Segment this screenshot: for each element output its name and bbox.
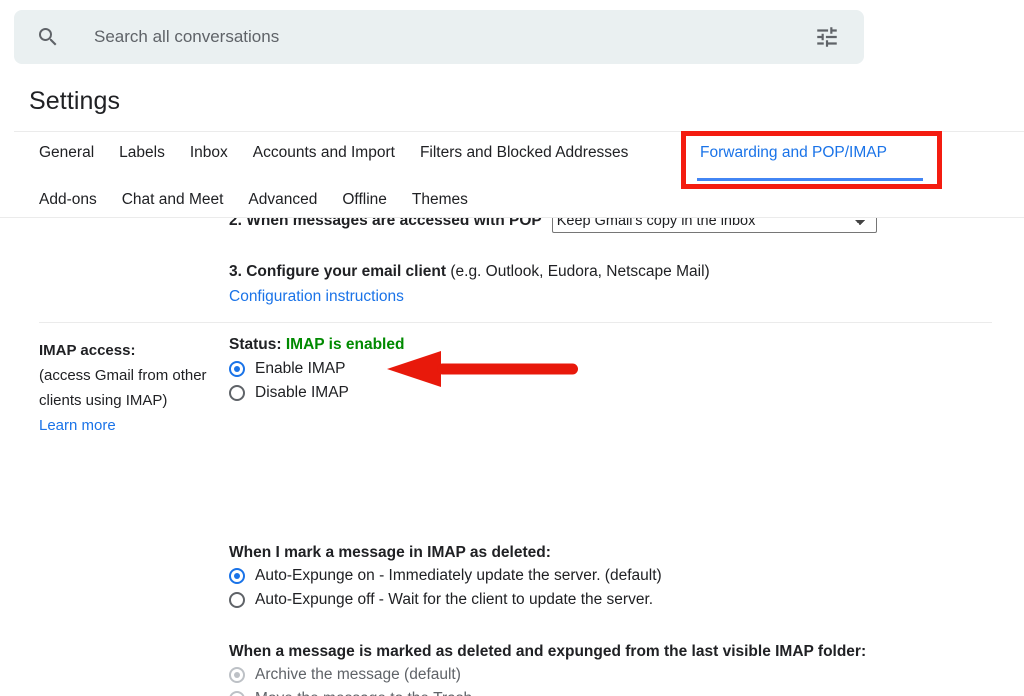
page-title: Settings xyxy=(29,87,121,115)
imap-status-label: Status: xyxy=(229,336,282,353)
pop-step-2-label: 2. When messages are accessed with POP xyxy=(229,218,542,229)
tab-row-primary: General Labels Inbox Accounts and Import… xyxy=(39,143,653,163)
pop-step-3-label: 3. Configure your email client xyxy=(229,263,447,280)
group-mark-deleted: When I mark a message in IMAP as deleted… xyxy=(229,544,662,612)
radio-label-auto-expunge-off: Auto-Expunge off - Wait for the client t… xyxy=(255,591,654,608)
radio-archive-message xyxy=(229,667,245,683)
tab-filters-and-blocked-addresses[interactable]: Filters and Blocked Addresses xyxy=(420,143,629,163)
tab-advanced[interactable]: Advanced xyxy=(248,190,317,210)
imap-access-title: IMAP access: xyxy=(39,342,136,359)
pop-access-select[interactable]: Keep Gmail's copy in the inbox xyxy=(551,218,877,233)
radio-move-to-trash xyxy=(229,691,245,696)
tune-icon[interactable] xyxy=(814,24,840,50)
section-divider xyxy=(39,322,992,323)
configuration-instructions-link[interactable]: Configuration instructions xyxy=(229,288,404,305)
radio-label-enable-imap: Enable IMAP xyxy=(255,360,346,377)
radio-enable-imap[interactable] xyxy=(229,361,245,377)
tab-general[interactable]: General xyxy=(39,143,94,163)
tab-row-secondary: Add-ons Chat and Meet Advanced Offline T… xyxy=(39,190,493,210)
settings-content: 2. When messages are accessed with POP K… xyxy=(0,218,1024,696)
tab-offline[interactable]: Offline xyxy=(342,190,387,210)
radio-row-auto-expunge-off[interactable]: Auto-Expunge off - Wait for the client t… xyxy=(229,588,662,612)
pop-step-3-row: 3. Configure your email client (e.g. Out… xyxy=(229,263,710,281)
imap-access-label-column: IMAP access: (access Gmail from other cl… xyxy=(39,338,229,438)
tab-add-ons[interactable]: Add-ons xyxy=(39,190,97,210)
tab-chat-and-meet[interactable]: Chat and Meet xyxy=(122,190,224,210)
imap-access-description-line-2: clients using IMAP) xyxy=(39,392,168,409)
imap-status-line: Status: IMAP is enabled xyxy=(229,336,989,354)
annotation-highlight-box xyxy=(681,131,942,189)
radio-row-disable-imap[interactable]: Disable IMAP xyxy=(229,381,989,405)
radio-row-move-to-trash: Move the message to the Trash xyxy=(229,687,866,696)
imap-learn-more-link[interactable]: Learn more xyxy=(39,413,229,438)
radio-auto-expunge-off[interactable] xyxy=(229,592,245,608)
imap-status-value: IMAP is enabled xyxy=(285,336,405,353)
settings-header: Settings xyxy=(0,75,1024,132)
tab-labels[interactable]: Labels xyxy=(119,143,165,163)
radio-auto-expunge-on[interactable] xyxy=(229,568,245,584)
radio-row-enable-imap[interactable]: Enable IMAP xyxy=(229,357,989,381)
radio-disable-imap[interactable] xyxy=(229,385,245,401)
pop-step-3-examples: (e.g. Outlook, Eudora, Netscape Mail) xyxy=(446,263,710,280)
group-title-mark-deleted: When I mark a message in IMAP as deleted… xyxy=(229,544,551,561)
radio-label-move-to-trash: Move the message to the Trash xyxy=(255,687,472,696)
radio-label-archive-message: Archive the message (default) xyxy=(255,666,461,683)
radio-row-archive-message: Archive the message (default) xyxy=(229,663,866,687)
configuration-instructions-row: Configuration instructions xyxy=(229,288,404,306)
imap-settings-column: Status: IMAP is enabled Enable IMAP Disa… xyxy=(229,336,989,696)
group-expunged-last-folder: When a message is marked as deleted and … xyxy=(229,643,866,696)
imap-access-description-line-1: (access Gmail from other xyxy=(39,367,207,384)
search-bar[interactable] xyxy=(14,10,864,64)
group-title-expunged-last-folder: When a message is marked as deleted and … xyxy=(229,643,867,660)
pop-step-2-row: 2. When messages are accessed with POP K… xyxy=(229,218,877,233)
radio-row-auto-expunge-on[interactable]: Auto-Expunge on - Immediately update the… xyxy=(229,564,662,588)
tab-inbox[interactable]: Inbox xyxy=(190,143,228,163)
search-input[interactable] xyxy=(94,27,814,47)
tab-accounts-and-import[interactable]: Accounts and Import xyxy=(253,143,395,163)
tab-themes[interactable]: Themes xyxy=(412,190,468,210)
radio-label-disable-imap: Disable IMAP xyxy=(255,384,349,401)
radio-label-auto-expunge-on: Auto-Expunge on - Immediately update the… xyxy=(255,567,662,584)
search-icon xyxy=(36,25,60,49)
